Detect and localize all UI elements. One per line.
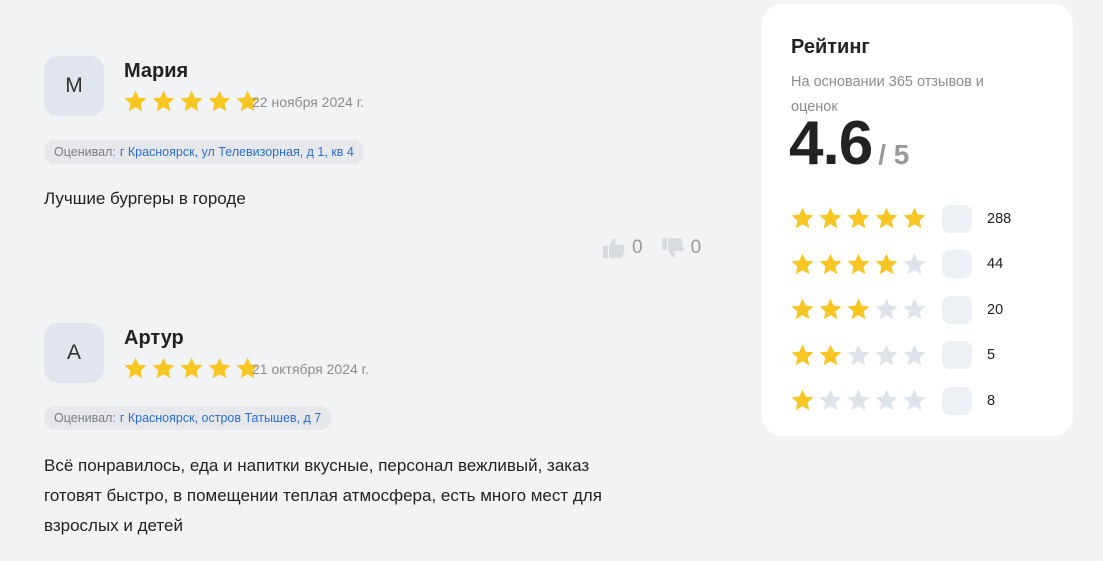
- review-stars: [123, 356, 260, 381]
- rating-score: 4.6/ 5: [789, 108, 909, 179]
- star-empty-icon: [847, 389, 870, 411]
- rating-score-value: 4.6: [789, 109, 873, 178]
- reviewer-name: Артур: [124, 327, 184, 349]
- review-text-line: Лучшие бургеры в городе: [44, 189, 246, 208]
- star-empty-icon: [903, 389, 926, 411]
- rating-count: 44: [987, 256, 1004, 273]
- rating-score-max: / 5: [878, 139, 910, 170]
- rated-label: Оценивал:: [54, 145, 116, 159]
- rating-filter-row-5[interactable]: 288: [790, 196, 1011, 242]
- star-filled-icon: [124, 90, 147, 112]
- review-stars: [123, 89, 260, 114]
- avatar: М: [44, 56, 104, 116]
- dislikes-count: 0: [690, 237, 702, 258]
- star-filled-icon: [180, 90, 203, 112]
- filter-checkbox[interactable]: [942, 295, 972, 324]
- filter-checkbox[interactable]: [942, 386, 972, 415]
- star-filled-icon: [819, 298, 842, 320]
- star-filled-icon: [847, 207, 870, 229]
- rating-breakdown: 288 44 20 5 8: [790, 196, 1011, 424]
- row-stars: [790, 343, 927, 368]
- star-filled-icon: [208, 90, 231, 112]
- filter-checkbox[interactable]: [942, 341, 972, 370]
- rating-filter-row-3[interactable]: 20: [790, 287, 1011, 333]
- star-empty-icon: [847, 344, 870, 365]
- rating-filter-row-4[interactable]: 44: [790, 242, 1011, 288]
- row-stars: [790, 252, 927, 277]
- star-empty-icon: [903, 298, 926, 320]
- rated-address-link[interactable]: г Красноярск, остров Татышев, д 7: [120, 411, 321, 425]
- star-filled-icon: [152, 357, 175, 379]
- thumbs-up-icon[interactable]: [602, 236, 626, 260]
- star-filled-icon: [847, 298, 870, 320]
- star-filled-icon: [875, 207, 898, 229]
- row-stars: [790, 297, 927, 322]
- rated-address-link[interactable]: г Красноярск, ул Телевизорная, д 1, кв 4: [120, 145, 354, 159]
- review-date: 21 октября 2024 г.: [252, 361, 369, 377]
- thumbs-down-icon[interactable]: [661, 236, 685, 260]
- star-filled-icon: [180, 357, 203, 379]
- rating-panel: Рейтинг На основании 365 отзывов и оцено…: [762, 4, 1073, 436]
- rated-address-badge: Оценивал: г Красноярск, ул Телевизорная,…: [44, 140, 364, 164]
- review-text-line: Всё понравилось, еда и напитки вкусные, …: [44, 456, 590, 475]
- star-empty-icon: [903, 344, 926, 365]
- star-filled-icon: [791, 344, 814, 365]
- rated-label: Оценивал:: [54, 411, 116, 425]
- filter-checkbox[interactable]: [942, 250, 972, 279]
- star-filled-icon: [903, 207, 926, 229]
- star-filled-icon: [819, 207, 842, 229]
- star-filled-icon: [124, 357, 147, 379]
- star-filled-icon: [875, 253, 898, 274]
- star-filled-icon: [847, 253, 870, 274]
- star-empty-icon: [875, 344, 898, 365]
- avatar: А: [44, 323, 104, 383]
- review-text: Всё понравилось, еда и напитки вкусные, …: [44, 451, 602, 541]
- star-empty-icon: [875, 389, 898, 411]
- rated-address-badge: Оценивал: г Красноярск, остров Татышев, …: [44, 406, 332, 430]
- star-empty-icon: [819, 389, 842, 411]
- review-date: 22 ноября 2024 г.: [252, 94, 364, 110]
- reviewer-name: Мария: [124, 60, 189, 82]
- rating-count: 8: [987, 392, 996, 409]
- rating-count: 288: [987, 210, 1012, 227]
- star-filled-icon: [791, 253, 814, 274]
- filter-checkbox[interactable]: [942, 204, 972, 233]
- review-text-line: готовят быстро, в помещении теплая атмос…: [44, 486, 602, 505]
- star-filled-icon: [791, 389, 814, 411]
- star-filled-icon: [819, 253, 842, 274]
- review-text-line: взрослых и детей: [44, 516, 183, 535]
- rating-filter-row-1[interactable]: 8: [790, 378, 1011, 424]
- row-stars: [790, 388, 927, 413]
- row-stars: [790, 206, 927, 231]
- review-votes: 0 0: [602, 236, 719, 260]
- star-filled-icon: [152, 90, 175, 112]
- rating-count: 20: [987, 301, 1004, 318]
- star-filled-icon: [819, 344, 842, 365]
- review-text: Лучшие бургеры в городе: [44, 184, 246, 214]
- star-empty-icon: [875, 298, 898, 320]
- star-empty-icon: [903, 253, 926, 274]
- star-filled-icon: [208, 357, 231, 379]
- likes-count: 0: [632, 237, 643, 258]
- rating-title: Рейтинг: [791, 36, 870, 58]
- rating-count: 5: [987, 347, 996, 364]
- rating-filter-row-2[interactable]: 5: [790, 333, 1011, 379]
- star-filled-icon: [791, 207, 814, 229]
- star-filled-icon: [791, 298, 814, 320]
